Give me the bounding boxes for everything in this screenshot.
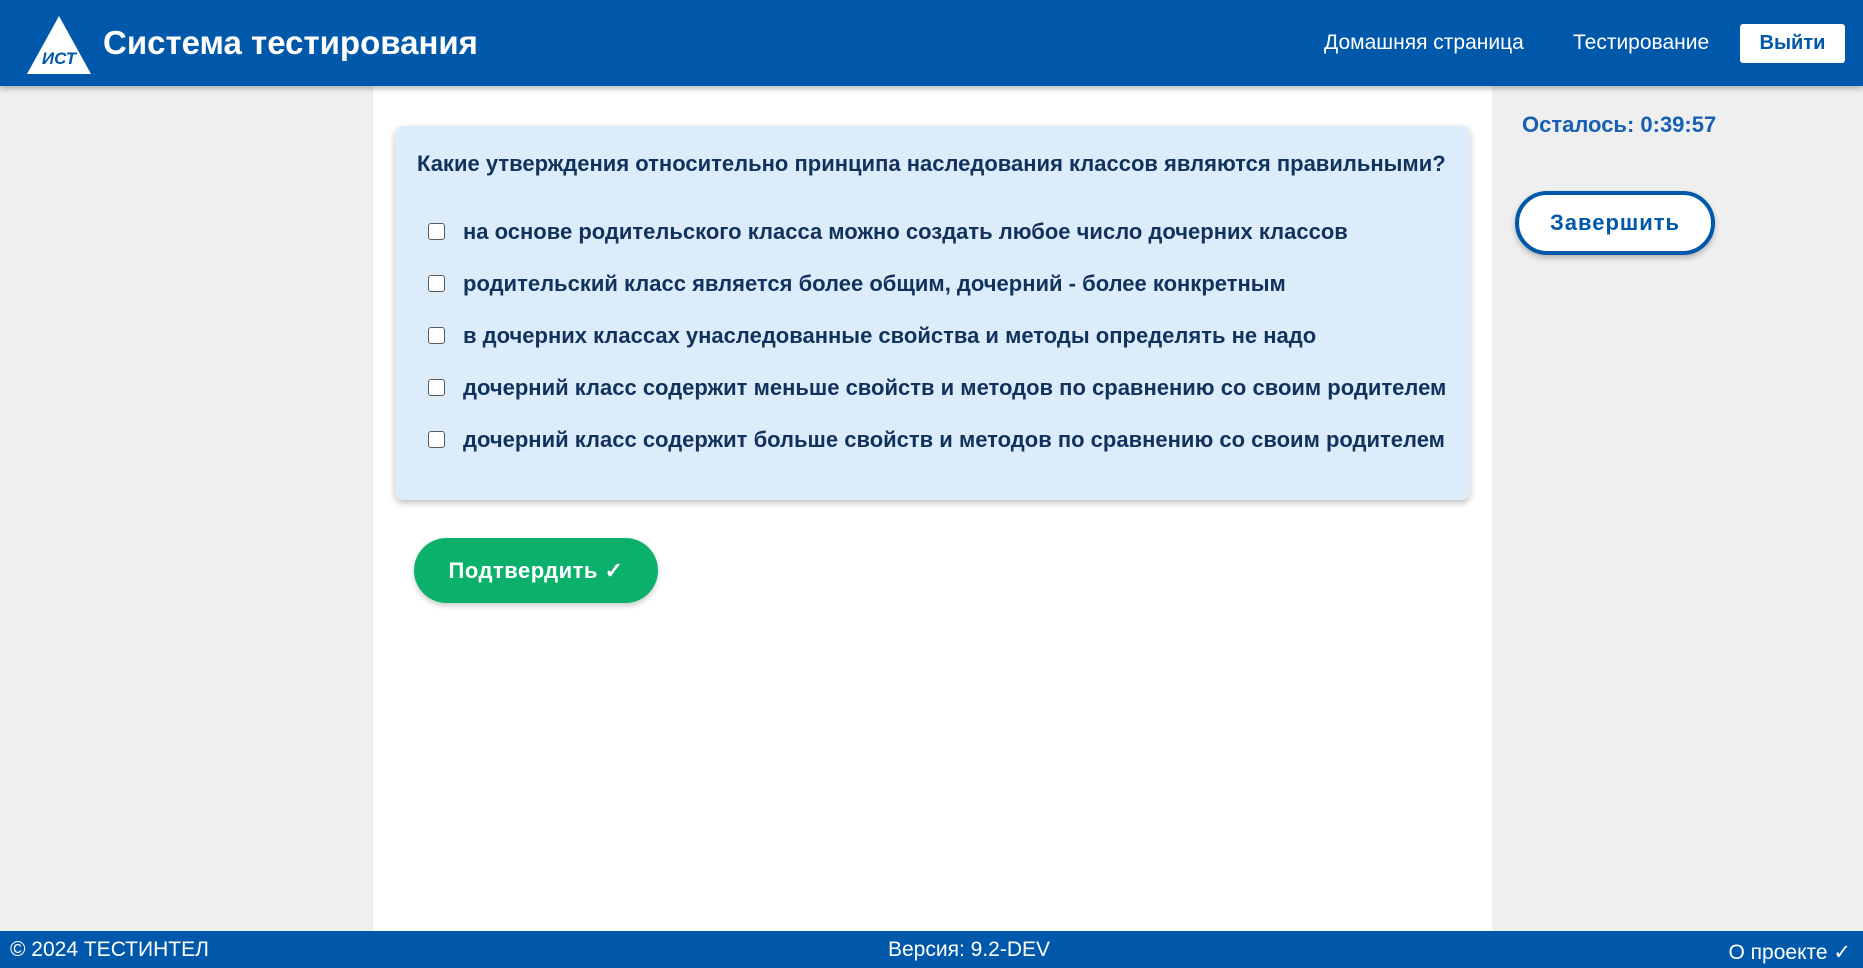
header-bar: ИСТ Система тестирования Домашняя страни… [0, 0, 1863, 86]
answer-option[interactable]: родительский класс является более общим,… [428, 267, 1286, 301]
main-content: Какие утверждения относительно принципа … [373, 86, 1492, 931]
app-title: Система тестирования [103, 24, 478, 61]
time-remaining: Осталось: 0:39:57 [1522, 112, 1717, 137]
answer-label[interactable]: дочерний класс содержит меньше свойств и… [463, 375, 1446, 401]
version-text: Версия: 9.2-DEV [888, 938, 1051, 961]
answer-label[interactable]: на основе родительского класса можно соз… [463, 219, 1348, 245]
answer-option[interactable]: дочерний класс содержит больше свойств и… [428, 423, 1445, 457]
copyright-text: © 2024 ТЕСТИНТЕЛ [10, 938, 209, 961]
logo-letters: ИСТ [42, 49, 78, 68]
answer-checkbox[interactable] [428, 378, 445, 396]
question-card: Какие утверждения относительно принципа … [395, 126, 1470, 500]
answer-option[interactable]: на основе родительского класса можно соз… [428, 215, 1348, 249]
triangle-ist-logo-icon[interactable]: ИСТ [25, 14, 93, 76]
finish-button[interactable]: Завершить [1515, 191, 1715, 255]
answer-option[interactable]: в дочерних классах унаследованные свойст… [428, 319, 1316, 353]
answer-checkbox[interactable] [428, 326, 445, 344]
confirm-button[interactable]: Подтвердить ✓ [414, 538, 658, 603]
logout-button[interactable]: Выйти [1740, 24, 1845, 63]
nav-home-link[interactable]: Домашняя страница [1324, 31, 1524, 55]
answer-label[interactable]: родительский класс является более общим,… [463, 271, 1286, 297]
about-link[interactable]: О проекте ✓ [1729, 940, 1852, 965]
nav-testing-link[interactable]: Тестирование [1573, 31, 1709, 55]
answer-checkbox[interactable] [428, 222, 445, 240]
answer-checkbox[interactable] [428, 430, 445, 448]
question-text: Какие утверждения относительно принципа … [417, 151, 1446, 176]
footer: © 2024 ТЕСТИНТЕЛ Версия: 9.2-DEV О проек… [0, 931, 1863, 968]
answer-checkbox[interactable] [428, 274, 445, 292]
answer-option[interactable]: дочерний класс содержит меньше свойств и… [428, 371, 1446, 405]
answer-label[interactable]: дочерний класс содержит больше свойств и… [463, 427, 1445, 453]
answer-label[interactable]: в дочерних классах унаследованные свойст… [463, 323, 1316, 349]
